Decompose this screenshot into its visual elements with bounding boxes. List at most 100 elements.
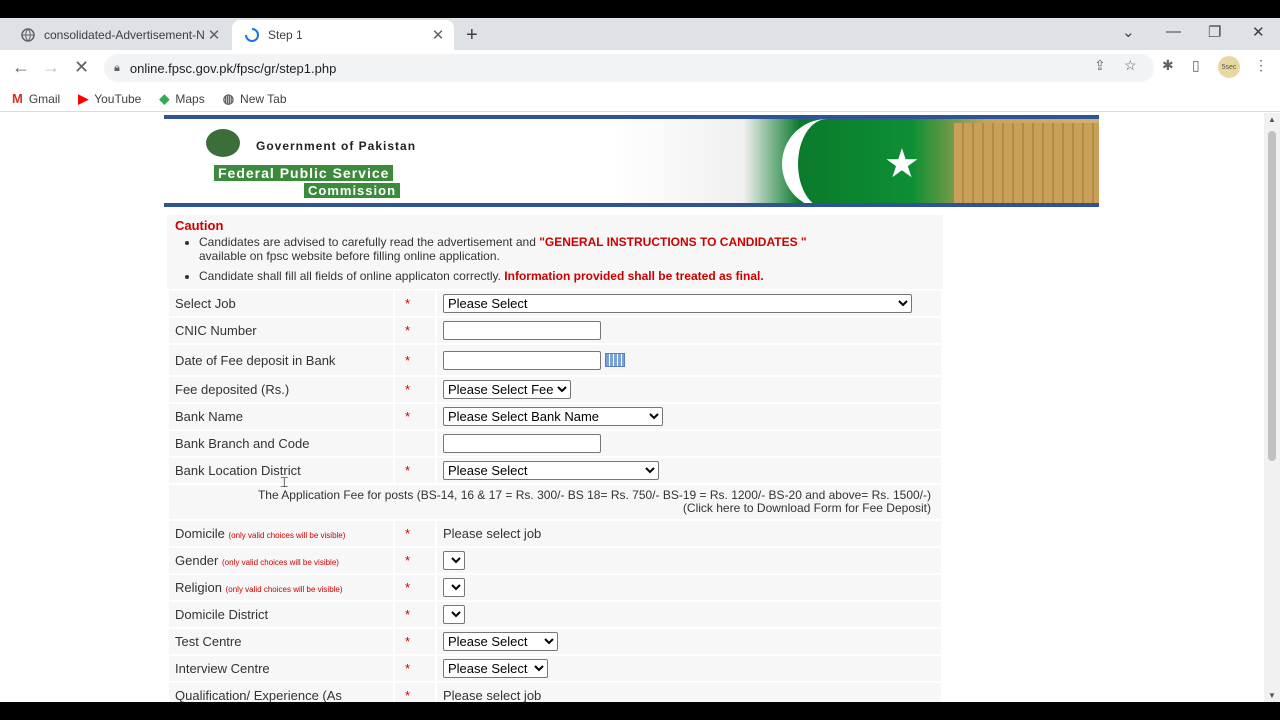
extensions-icon[interactable]: ✱ xyxy=(1162,57,1174,74)
religion-dropdown[interactable] xyxy=(443,578,465,597)
field-label: Test Centre xyxy=(169,629,393,654)
required-mark: * xyxy=(395,548,435,573)
bookmark-youtube[interactable]: ▶ YouTube xyxy=(78,91,141,107)
row-fee-date: Date of Fee deposit in Bank * xyxy=(169,345,941,375)
caution-heading: Caution xyxy=(175,218,224,233)
crescent-icon xyxy=(782,119,872,203)
lock-icon: 🔒︎ xyxy=(114,61,120,74)
required-mark: * xyxy=(395,458,435,483)
row-interview-centre: Interview Centre * Please Select xyxy=(169,656,941,681)
new-tab-icon[interactable]: + xyxy=(466,24,478,47)
star-icon: ★ xyxy=(884,142,920,186)
maps-icon: ◆ xyxy=(159,90,170,106)
required-mark: * xyxy=(395,683,435,702)
close-icon[interactable]: ✕ xyxy=(428,26,448,44)
bank-district-dropdown[interactable]: Please Select xyxy=(443,461,659,480)
application-form: Caution Candidates are advised to carefu… xyxy=(167,215,943,702)
required-mark: * xyxy=(395,318,435,343)
calendar-icon[interactable] xyxy=(605,353,625,367)
loading-icon xyxy=(244,27,260,43)
address-bar[interactable]: 🔒︎ online.fpsc.gov.pk/fpsc/gr/step1.php xyxy=(104,54,1154,82)
row-qualification: Qualification/ Experience (As * Please s… xyxy=(169,683,941,702)
field-label: Religion (only valid choices will be vis… xyxy=(169,575,393,600)
field-label: Domicile (only valid choices will be vis… xyxy=(169,521,393,546)
browser-window: consolidated-Advertisement-No ✕ Step 1 ✕… xyxy=(0,18,1280,702)
select-job-dropdown[interactable]: Please Select xyxy=(443,294,912,313)
row-bank-name: Bank Name * Please Select Bank Name xyxy=(169,404,941,429)
gmail-icon: M xyxy=(12,91,23,106)
row-religion: Religion (only valid choices will be vis… xyxy=(169,575,941,600)
tab-advertisement[interactable]: consolidated-Advertisement-No ✕ xyxy=(8,20,230,50)
caution-item: Candidate shall fill all fields of onlin… xyxy=(199,269,935,283)
bookmark-maps[interactable]: ◆ Maps xyxy=(159,91,204,107)
youtube-icon: ▶ xyxy=(78,90,89,106)
tab-step1[interactable]: Step 1 ✕ xyxy=(232,20,454,50)
required-mark: * xyxy=(395,377,435,402)
bank-branch-input[interactable] xyxy=(443,434,601,453)
banner-fpsc-line2: Commission xyxy=(304,183,401,198)
field-label: Domicile District xyxy=(169,602,393,627)
minimize-icon[interactable]: — xyxy=(1166,23,1181,40)
share-icon[interactable]: ⇪ xyxy=(1094,57,1106,74)
domicile-district-dropdown[interactable] xyxy=(443,605,465,624)
caution-item: Candidates are advised to carefully read… xyxy=(199,235,935,263)
page-content: Government of Pakistan Federal Public Se… xyxy=(0,113,1264,702)
required-mark: * xyxy=(395,656,435,681)
field-label: Select Job xyxy=(169,291,393,316)
row-fee-amount: Fee deposited (Rs.) * Please Select Fee xyxy=(169,377,941,402)
restore-icon[interactable]: ❐ xyxy=(1208,23,1221,41)
required-mark: * xyxy=(395,404,435,429)
toolbar: ← → ✕ 🔒︎ online.fpsc.gov.pk/fpsc/gr/step… xyxy=(0,50,1280,86)
fee-dropdown[interactable]: Please Select Fee xyxy=(443,380,571,399)
bookmark-new-tab[interactable]: ◍ New Tab xyxy=(223,91,287,107)
row-cnic: CNIC Number * xyxy=(169,318,941,343)
qualification-value: Please select job xyxy=(437,683,941,702)
chevron-down-icon[interactable]: ⌄ xyxy=(1122,23,1135,41)
cnic-input[interactable] xyxy=(443,321,601,340)
menu-icon[interactable]: ⋮ xyxy=(1254,57,1268,74)
caution-box: Caution Candidates are advised to carefu… xyxy=(167,215,943,289)
field-label: Fee deposited (Rs.) xyxy=(169,377,393,402)
scrollbar-thumb[interactable] xyxy=(1268,131,1276,461)
field-label: Qualification/ Experience (As xyxy=(169,683,393,702)
interview-centre-dropdown[interactable]: Please Select xyxy=(443,659,548,678)
avatar[interactable]: 5sec xyxy=(1218,56,1240,78)
building-image xyxy=(954,123,1099,203)
row-gender: Gender (only valid choices will be visib… xyxy=(169,548,941,573)
test-centre-dropdown[interactable]: Please Select xyxy=(443,632,558,651)
bookmark-gmail[interactable]: M Gmail xyxy=(12,91,60,106)
fpsc-banner: Government of Pakistan Federal Public Se… xyxy=(164,115,1099,207)
field-label: Bank Branch and Code xyxy=(169,431,393,456)
fee-info-text: The Application Fee for posts (BS-14, 16… xyxy=(257,488,931,502)
scroll-up-icon[interactable]: ▲ xyxy=(1268,115,1276,124)
side-panel-icon[interactable]: ▯ xyxy=(1192,57,1200,74)
required-mark: * xyxy=(395,575,435,600)
stop-icon[interactable]: ✕ xyxy=(74,57,89,78)
window-close-icon[interactable]: ✕ xyxy=(1252,23,1265,41)
required-mark: * xyxy=(395,291,435,316)
bank-name-dropdown[interactable]: Please Select Bank Name xyxy=(443,407,663,426)
required-mark-empty xyxy=(395,431,435,456)
page-scrollbar[interactable]: ▲ ▼ xyxy=(1264,113,1280,702)
forward-icon[interactable]: → xyxy=(42,57,60,78)
banner-gov: Government of Pakistan xyxy=(256,139,417,153)
banner-fpsc-line1: Federal Public Service xyxy=(214,165,394,181)
star-icon[interactable]: ☆ xyxy=(1124,57,1137,74)
form-table: Select Job * Please Select CNIC Number *… xyxy=(167,289,943,702)
required-mark: * xyxy=(395,521,435,546)
gender-dropdown[interactable] xyxy=(443,551,465,570)
fee-date-input[interactable] xyxy=(443,350,601,370)
fee-download-link[interactable]: (Click here to Download Form for Fee Dep… xyxy=(683,501,931,515)
globe-icon: ◍ xyxy=(222,90,235,106)
scroll-down-icon[interactable]: ▼ xyxy=(1268,691,1276,700)
row-domicile-district: Domicile District * xyxy=(169,602,941,627)
row-domicile: Domicile (only valid choices will be vis… xyxy=(169,521,941,546)
close-icon[interactable]: ✕ xyxy=(204,26,224,44)
row-select-job: Select Job * Please Select xyxy=(169,291,941,316)
url-text: online.fpsc.gov.pk/fpsc/gr/step1.php xyxy=(129,60,337,76)
required-mark: * xyxy=(395,629,435,654)
required-mark: * xyxy=(395,345,435,375)
back-icon[interactable]: ← xyxy=(12,57,30,78)
field-label: Interview Centre xyxy=(169,656,393,681)
field-label: Date of Fee deposit in Bank xyxy=(169,345,393,375)
